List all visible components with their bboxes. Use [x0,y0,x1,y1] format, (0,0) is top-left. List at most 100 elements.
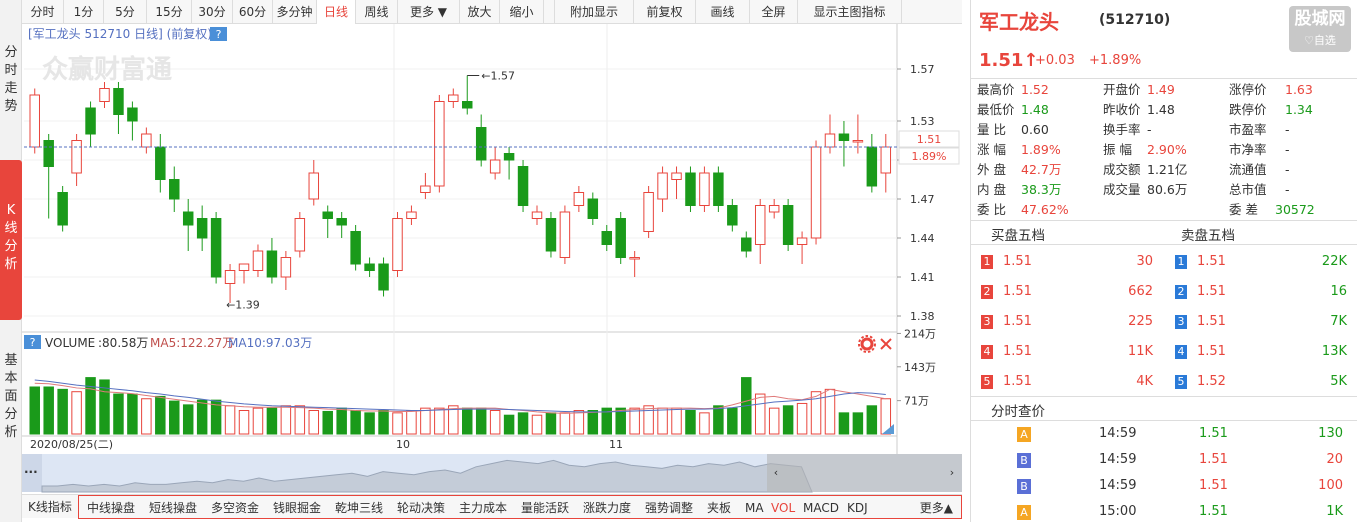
tick-side-badge: B [1017,479,1031,494]
stat-value: - [1147,122,1152,137]
overview-scroll-right-icon[interactable]: › [950,466,954,479]
tick-volume: 20 [1326,452,1343,467]
volume-bar [364,412,375,435]
sell-level-row: 4 1.51 13K [1167,342,1351,362]
site-logo: 股城网 ♡自选 [1289,6,1351,52]
indicator-item[interactable]: 量能活跃 [521,496,569,520]
current-pct-tag: 1.89% [912,150,947,163]
level-quantity: 5K [1330,374,1347,389]
tick-price: 1.51 [1199,452,1228,467]
volume-bar [308,410,320,435]
stat-value: 38.3万 [1021,182,1062,197]
tab-60min[interactable]: 60分 [233,0,273,24]
volume-bar [127,393,138,435]
stat-value: 1.52 [1021,82,1049,97]
stat-value: 1.21亿 [1147,162,1188,177]
tick-time: 14:59 [1099,426,1137,441]
indicator-item[interactable]: 短线操盘 [149,496,197,520]
tab-daily[interactable]: 日线 [317,0,356,24]
overview-menu-icon[interactable]: ··· [24,465,38,479]
candle-body [448,94,459,102]
volume-bar [280,405,292,435]
overview-window[interactable] [767,454,962,492]
tab-intraday-btn[interactable]: 分时 [22,0,64,24]
candle-body [685,172,696,206]
indicator-item[interactable]: 主力成本 [459,496,507,520]
volume-bar [573,410,585,435]
level-quantity: 16 [1330,284,1347,299]
volume-bar [378,410,389,435]
indicator-item[interactable]: 轮动决策 [397,496,445,520]
ratio-item: 委 比 47.62% [977,200,1069,220]
overview-navigator[interactable]: ···2020›‹ [22,454,962,493]
zoom-out-button[interactable]: 缩小 [500,0,544,24]
stat-item: 跌停价 1.34 [1229,100,1313,120]
candle-body [796,237,808,245]
candle-body [489,159,501,174]
tab-fundamental[interactable]: 基 本 面 分 析 [0,352,22,452]
candle-body [782,205,794,245]
indicator-item[interactable]: 强势调整 [645,496,693,520]
tab-5min[interactable]: 5分 [104,0,147,24]
volume-bar [657,407,668,435]
level-quantity: 22K [1321,254,1347,269]
pre-adjust-button[interactable]: 前复权 [634,0,696,24]
volume-bar [57,388,68,435]
level-quantity: 225 [1128,314,1153,329]
ratio-label: 委 比 [977,202,1006,217]
volume-bar [531,414,543,435]
help-icon-glyph: ? [216,28,222,41]
stat-item: 振 幅 2.90% [1103,140,1187,160]
candle-body [378,263,389,291]
overview-scroll-left-icon[interactable]: ‹ [774,466,778,479]
tab-weekly[interactable]: 周线 [356,0,398,24]
volume-bar [224,405,236,435]
zoom-in-button[interactable]: 放大 [460,0,500,24]
indicator-item[interactable]: 涨跌力度 [583,496,631,520]
indicator-item[interactable]: KDJ [847,496,868,520]
indicator-item[interactable]: MA [745,496,764,520]
indicator-item[interactable]: 乾坤三线 [335,496,383,520]
current-price-tag: 1.51 [917,133,942,146]
favorite-button[interactable]: ♡自选 [1289,32,1351,50]
draw-line-button[interactable]: 画线 [696,0,750,24]
level-price: 1.51 [1197,254,1226,269]
tab-kline[interactable]: K 线 分 析 [0,160,22,320]
candle-body [85,107,96,135]
indicator-item[interactable]: MACD [803,496,839,520]
volume-bar [392,412,403,435]
ma5-label: MA5:122.27万 [150,336,234,350]
volume-bar [545,412,557,435]
indicator-item[interactable]: VOL [771,496,795,520]
candle-body [322,211,333,219]
extra-display-button[interactable]: 附加显示 [554,0,634,24]
more-dropdown[interactable]: 更多 ▼ [398,0,460,24]
stat-label: 市盈率 [1229,122,1267,137]
logo-title: 股城网 [1294,9,1346,29]
kline-chart[interactable]: 1.571.531.501.471.441.411.38 众赢财富通 [军工龙头… [22,24,962,494]
stat-value: 1.49 [1147,82,1175,97]
tab-1min[interactable]: 1分 [64,0,104,24]
buy-level-row: 2 1.51 662 [973,282,1157,302]
level-badge: 4 [1175,345,1187,359]
indicator-item[interactable]: 夹板 [707,496,731,520]
ratio-value: 30572 [1275,202,1315,217]
indicator-item[interactable]: 钱眼掘金 [273,496,321,520]
candle-body [671,172,682,180]
level-quantity: 13K [1321,344,1347,359]
tab-30min[interactable]: 30分 [192,0,233,24]
candle-body [475,127,487,161]
indicator-item[interactable]: 中线操盘 [87,496,135,520]
tab-multi-min[interactable]: 多分钟 [273,0,317,24]
stat-label: 外 盘 [977,162,1006,177]
candle-body [155,146,166,180]
tab-15min[interactable]: 15分 [147,0,192,24]
main-indicator-button[interactable]: 显示主图指标 [798,0,902,24]
tab-intraday[interactable]: 分 时 走 势 [0,42,22,122]
fullscreen-button[interactable]: 全屏 [750,0,798,24]
indicator-more-button[interactable]: 更多▲ [920,496,953,520]
stat-item: 开盘价 1.49 [1103,80,1175,100]
stat-item: 涨停价 1.63 [1229,80,1313,100]
indicator-item[interactable]: 多空资金 [211,496,259,520]
quote-panel: 军工龙头 (512710) 股城网 ♡自选 1.51↑ +0.03 +1.89%… [970,0,1357,522]
